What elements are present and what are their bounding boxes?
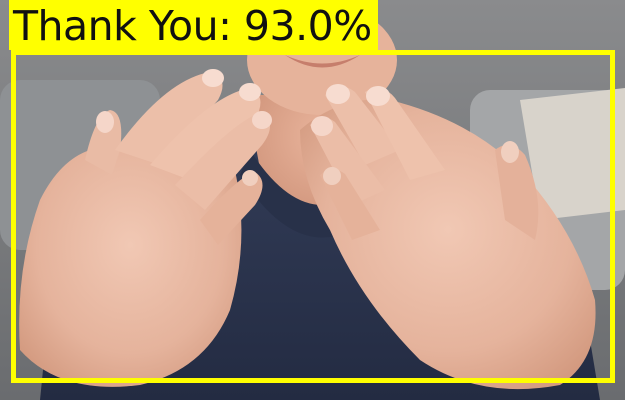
video-frame: Thank You: 93.0% [0,0,625,400]
camera-scene [0,0,625,400]
detection-label: Thank You: 93.0% [9,0,378,50]
